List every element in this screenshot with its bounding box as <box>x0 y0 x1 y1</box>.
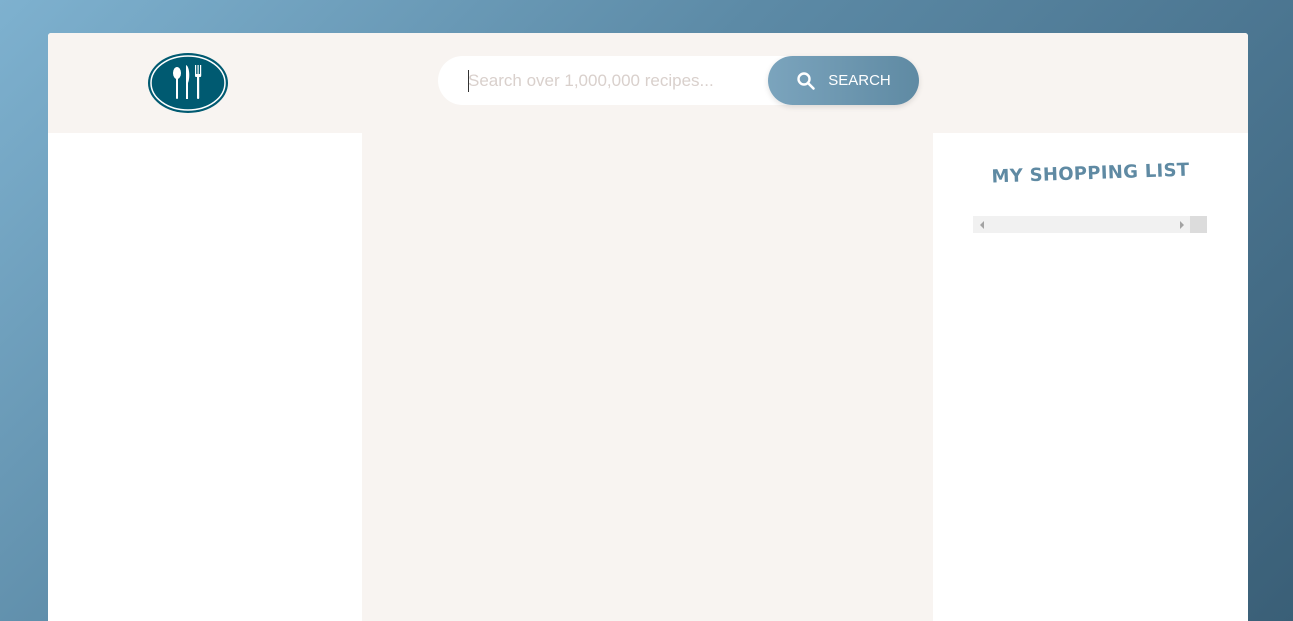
search-input[interactable] <box>438 56 818 105</box>
shopping-list-scrollbar[interactable] <box>973 216 1207 233</box>
scroll-left-arrow-icon[interactable] <box>973 216 990 233</box>
recipe-panel <box>362 133 933 621</box>
search-icon <box>797 71 816 90</box>
search-form: SEARCH <box>438 56 919 105</box>
search-button-label: SEARCH <box>828 72 891 89</box>
search-results-panel <box>48 133 362 621</box>
shopping-list-title: MY SHOPPING LIST <box>991 159 1190 188</box>
scroll-right-arrow-icon[interactable] <box>1173 216 1190 233</box>
search-button[interactable]: SEARCH <box>768 56 919 105</box>
cutlery-plate-icon <box>150 55 226 111</box>
app-container: SEARCH MY SHOPPING LIST <box>48 33 1248 621</box>
header: SEARCH <box>48 33 1248 133</box>
scrollbar-thumb[interactable] <box>1190 216 1207 233</box>
shopping-list-panel: MY SHOPPING LIST <box>933 133 1248 621</box>
logo[interactable] <box>148 53 228 113</box>
text-cursor <box>468 70 469 92</box>
